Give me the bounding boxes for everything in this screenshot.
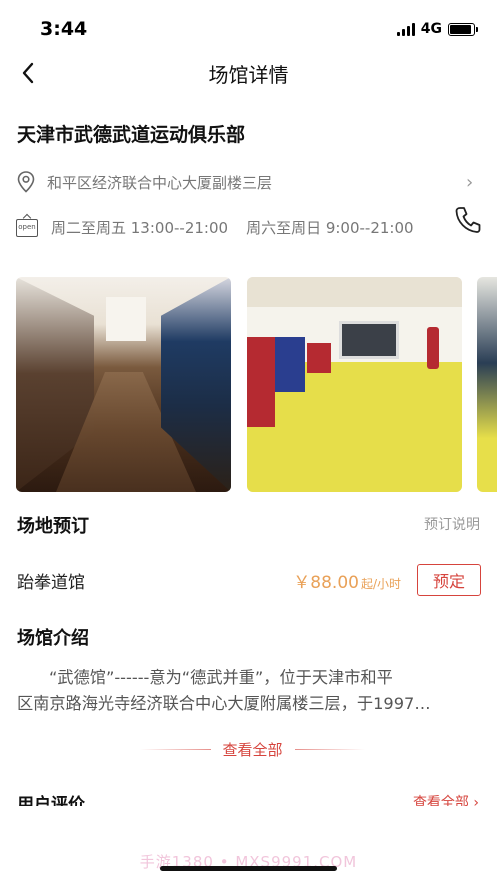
price-value: ￥88.00 bbox=[293, 572, 359, 593]
booking-item: 跆拳道馆 ￥88.00 起/小时 预定 bbox=[17, 563, 481, 597]
network-type: 4G bbox=[420, 21, 442, 37]
open-sign-icon: open bbox=[16, 219, 38, 237]
booking-section-title: 场地预订 bbox=[17, 516, 89, 537]
home-indicator bbox=[160, 866, 337, 871]
opening-hours: 周二至周五 13:00--21:00 周六至周日 9:00--21:00 bbox=[51, 217, 414, 238]
venue-address: 和平区经济联合中心大厦副楼三层 bbox=[47, 173, 273, 192]
nav-bar: 场馆详情 bbox=[0, 50, 497, 94]
intro-view-all-button[interactable]: 查看全部 bbox=[140, 737, 366, 761]
reviews-view-all-link[interactable]: 查看全部 › bbox=[413, 792, 479, 806]
intro-section-title: 场馆介绍 bbox=[17, 628, 89, 649]
venue-photo-hallway[interactable] bbox=[16, 277, 231, 492]
intro-text: “武德馆”------意为“德武并重”，位于天津市和平 区南京路海光寺经济联合中… bbox=[17, 665, 481, 717]
battery-level bbox=[450, 24, 471, 34]
signal-icon bbox=[396, 22, 415, 36]
hours-weekend: 周六至周日 9:00--21:00 bbox=[246, 218, 414, 237]
book-button[interactable]: 预定 bbox=[417, 564, 481, 596]
status-time: 3:44 bbox=[40, 18, 88, 40]
page-title: 场馆详情 bbox=[208, 63, 289, 87]
venue-photo-training-hall[interactable] bbox=[247, 277, 462, 492]
venue-photo-partial[interactable] bbox=[477, 277, 497, 492]
phone-button[interactable] bbox=[451, 203, 485, 237]
photo-gallery[interactable] bbox=[16, 277, 497, 492]
price-unit: 起/小时 bbox=[360, 576, 401, 591]
intro-line-1: “武德馆”------意为“德武并重”，位于天津市和平 bbox=[49, 668, 393, 687]
venue-name: 天津市武德武道运动俱乐部 bbox=[17, 124, 246, 146]
reviews-header: 用户评价 查看全部 › bbox=[0, 786, 497, 806]
reviews-section-title: 用户评价 bbox=[17, 795, 85, 806]
booking-note-link[interactable]: 预订说明 bbox=[424, 514, 480, 534]
divider-left bbox=[140, 748, 211, 750]
address-row[interactable]: 和平区经济联合中心大厦副楼三层 › bbox=[16, 168, 482, 196]
status-indicators: 4G bbox=[396, 21, 478, 37]
location-pin-icon bbox=[17, 171, 35, 193]
divider-right bbox=[294, 748, 366, 750]
hours-weekday: 周二至周五 13:00--21:00 bbox=[51, 218, 229, 237]
battery-icon bbox=[448, 22, 478, 36]
intro-view-all-label: 查看全部 bbox=[222, 740, 283, 759]
chevron-right-icon: › bbox=[466, 171, 474, 193]
phone-icon bbox=[455, 207, 481, 233]
court-price: ￥88.00 起/小时 bbox=[293, 568, 401, 593]
court-name: 跆拳道馆 bbox=[17, 572, 85, 593]
intro-line-2: 区南京路海光寺经济联合中心大厦附属楼三层，于1997… bbox=[17, 694, 431, 713]
hours-row: open 周二至周五 13:00--21:00 周六至周日 9:00--21:0… bbox=[16, 213, 482, 241]
status-bar: 3:44 4G bbox=[0, 0, 497, 56]
